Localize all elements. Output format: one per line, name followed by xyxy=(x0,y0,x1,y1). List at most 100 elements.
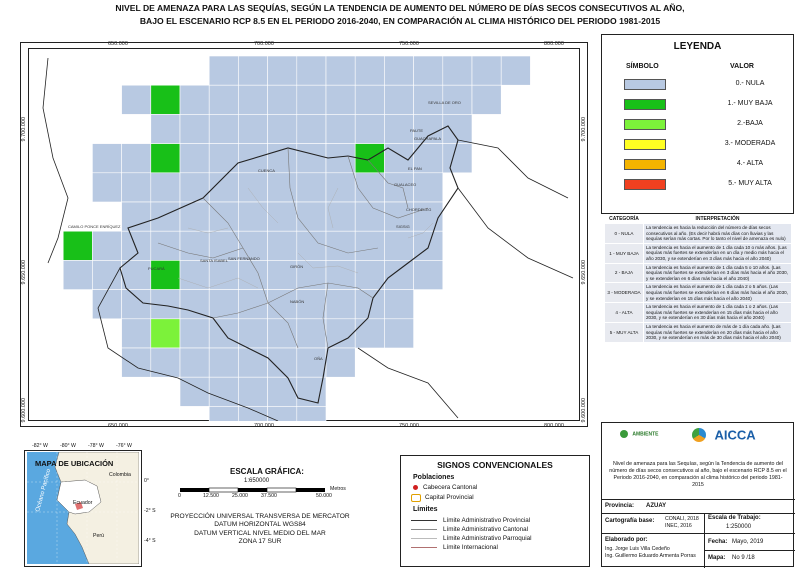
hazard-cell xyxy=(121,230,152,261)
hazard-cell xyxy=(238,172,268,203)
signs-title: SIGNOS CONVENCIONALES xyxy=(437,460,553,470)
projection-line-3: DATUM VERTICAL NIVEL MEDIO DEL MAR xyxy=(194,529,326,537)
hazard-cell xyxy=(413,172,444,203)
hazard-cell xyxy=(238,84,268,115)
hazard-cell xyxy=(238,55,268,86)
interp-col-interpretation: INTERPRETACIÓN xyxy=(643,214,792,224)
capital-icon xyxy=(411,493,421,502)
signs-limits-heading: Límites xyxy=(413,506,438,513)
limit-label: Límite Administrativo Parroquial xyxy=(443,535,532,542)
limit-label: Límite Internacional xyxy=(443,544,498,551)
hazard-cell xyxy=(296,143,327,174)
interp-category: 4 - ALTA xyxy=(604,302,644,323)
info-map-value: No 9 /18 xyxy=(732,555,755,561)
hazard-cell xyxy=(208,376,239,407)
hazard-cell xyxy=(150,172,181,203)
hazard-cell xyxy=(413,55,444,86)
hazard-cell xyxy=(121,289,152,320)
hazard-cell xyxy=(384,289,414,320)
logo-ambiente-text: AMBIENTE xyxy=(632,431,659,438)
interp-row: 0 - NULA La tendencia es hacia la reducci… xyxy=(604,223,792,244)
info-carto-value: CONALI, 2018 INEC, 2016 xyxy=(665,516,699,529)
hazard-cell xyxy=(325,347,356,378)
hazard-cell xyxy=(208,84,239,115)
limit-row: Límite Internacional xyxy=(411,543,532,552)
legend-title: LEYENDA xyxy=(673,41,722,52)
hazard-cell xyxy=(413,260,444,290)
limit-line-icon xyxy=(411,538,437,539)
x-tick-bottom-3: 750.000 xyxy=(399,423,419,429)
projection-line-2: DATUM HORIZONTAL WGS84 xyxy=(214,521,306,529)
hazard-cell xyxy=(267,114,298,144)
hazard-cell xyxy=(179,318,210,349)
loc-lat-tick-2: -2° S xyxy=(144,508,156,514)
signs-capital-row: Capital Provincial xyxy=(411,493,474,502)
interp-text: La tendencia es hacia el aumento de 1 dí… xyxy=(643,282,792,304)
hazard-cell xyxy=(208,318,239,349)
legend-label: 4.- ALTA xyxy=(736,160,764,167)
info-province-label: Provincia: xyxy=(605,503,635,509)
x-tick-bottom-4: 800.000 xyxy=(544,423,564,429)
y-tick-right-2: 9.650.000 xyxy=(581,260,587,285)
map-title-line1: NIVEL DE AMENAZA PARA LAS SEQUÍAS, SEGÚN… xyxy=(115,3,685,13)
hazard-cell xyxy=(267,230,298,261)
hazard-cell xyxy=(179,172,210,203)
info-date-value: Mayo, 2019 xyxy=(732,539,764,545)
legend-label: 3.- MODERADA xyxy=(724,140,776,147)
hazard-cell xyxy=(325,84,356,115)
hazard-cell xyxy=(238,347,268,378)
hazard-cell xyxy=(267,376,298,407)
hazard-cell xyxy=(325,318,356,349)
hazard-cell xyxy=(179,230,210,261)
hazard-cell xyxy=(208,114,239,144)
info-author-1: Ing. Jorge Luis Villa Cedeño xyxy=(605,546,670,552)
loc-lon-tick-4: -76° W xyxy=(116,443,132,449)
hazard-cell xyxy=(179,114,210,144)
interp-row: 5 - MUY ALTA La tendencia es hacia el aum… xyxy=(604,321,792,343)
x-tick-bottom-1: 650.000 xyxy=(108,423,128,429)
hazard-cell xyxy=(325,172,356,203)
scale-tick-3: 37.500 xyxy=(261,493,277,499)
map-title: NIVEL DE AMENAZA PARA LAS SEQUÍAS, SEGÚN… xyxy=(0,2,800,28)
interp-category: 1 - MUY BAJA xyxy=(604,242,644,264)
hazard-cell xyxy=(150,84,181,115)
hazard-cell xyxy=(296,289,327,320)
legend-row: 1.- MUY BAJA xyxy=(602,99,795,113)
hazard-map: SEVILLA DE ORO PAUTE GUACHAPALA EL PAN GUALA… xyxy=(42,55,574,421)
hazard-cell xyxy=(296,347,327,378)
hazard-cell xyxy=(384,318,414,349)
hazard-cell xyxy=(354,55,385,86)
location-map-svg: Océano Pacífico xyxy=(27,452,139,564)
hazard-cell xyxy=(296,318,327,349)
hazard-cell xyxy=(354,114,385,144)
interpretation-table: CATEGORÍA INTERPRETACIÓN 0 - NULA La tend… xyxy=(604,214,792,343)
scale-tick-0: 0 xyxy=(178,493,181,499)
hazard-cell xyxy=(150,201,181,232)
place-label: CAMILO PONCE ENRÍQUEZ xyxy=(68,224,121,229)
hazard-cell xyxy=(471,55,502,86)
hazard-cell xyxy=(208,201,239,232)
cabecera-icon xyxy=(413,485,418,490)
interp-category: 0 - NULA xyxy=(604,223,644,244)
limit-line-icon xyxy=(411,547,437,548)
interp-text: La tendencia es hacia la reducción del n… xyxy=(643,223,792,244)
hazard-cell xyxy=(238,318,268,349)
hazard-cell xyxy=(325,55,356,86)
interp-category: 2 - BAJA xyxy=(604,262,644,284)
legend-row: 4.- ALTA xyxy=(602,159,795,173)
x-tick-bottom-2: 700.000 xyxy=(254,423,274,429)
hazard-cell xyxy=(384,172,414,203)
limit-label: Límite Administrativo Provincial xyxy=(443,517,531,524)
y-tick-left-1: 9.700.000 xyxy=(21,117,27,142)
hazard-cell xyxy=(179,347,210,378)
loc-label-ecuador: Ecuador xyxy=(73,500,93,506)
info-province: AZUAY xyxy=(646,503,667,509)
place-label: SIGSIG xyxy=(396,224,410,229)
hazard-cell xyxy=(121,347,152,378)
place-label: GIRÓN xyxy=(290,264,303,269)
hazard-cell xyxy=(121,260,152,290)
y-tick-left-3: 9.600.000 xyxy=(21,398,27,423)
info-divider-1 xyxy=(602,499,795,500)
place-label: PAUTE xyxy=(410,128,423,133)
legend-swatch xyxy=(624,139,666,150)
